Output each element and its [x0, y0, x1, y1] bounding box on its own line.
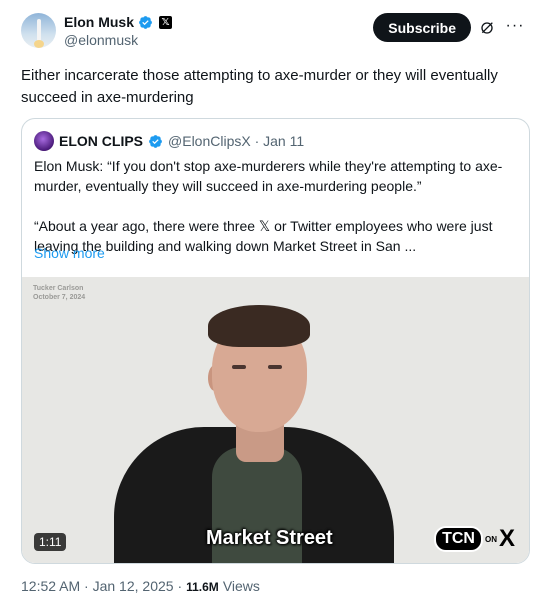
affiliate-x-badge-icon: 𝕏	[159, 15, 173, 29]
quoted-tweet-header: ELON CLIPS @ElonClipsX · Jan 11	[34, 131, 304, 151]
video-player[interactable]: Tucker Carlson October 7, 2024 Market St…	[22, 277, 529, 563]
quoted-tweet[interactable]: ELON CLIPS @ElonClipsX · Jan 11 Elon Mus…	[21, 118, 530, 564]
verified-badge-icon	[139, 15, 152, 29]
author-handle[interactable]: @elonmusk	[64, 32, 138, 48]
tcn-logo-text: TCN	[434, 526, 483, 552]
quoted-tweet-text: Elon Musk: “If you don't stop axe-murder…	[34, 156, 518, 276]
tcn-on-x-logo: TCN ON X	[434, 525, 515, 553]
quoted-author-avatar[interactable]	[34, 131, 54, 151]
video-duration-badge: 1:11	[34, 533, 67, 551]
tcn-logo-on: ON	[484, 534, 497, 544]
rocket-flame-graphic	[34, 40, 44, 48]
tweet-header: Elon Musk 𝕏 @elonmusk Subscribe ···	[21, 13, 525, 51]
quoted-handle-and-date: @ElonClipsX · Jan 11	[168, 133, 305, 149]
author-display-name[interactable]: Elon Musk	[64, 14, 134, 30]
person-right-eye-graphic	[268, 365, 282, 369]
video-caption: Market Street	[206, 527, 333, 549]
video-watermark: Tucker Carlson October 7, 2024	[33, 284, 85, 302]
subscribe-button[interactable]: Subscribe	[373, 13, 471, 42]
quoted-paragraph-1: Elon Musk: “If you don't stop axe-murder…	[34, 158, 503, 194]
quoted-author-name[interactable]: ELON CLIPS	[59, 133, 143, 149]
author-name-line: Elon Musk 𝕏	[64, 14, 173, 30]
tweet-timestamp[interactable]: 12:52 AM · Jan 12, 2025 ·	[21, 578, 182, 594]
views-count: 11.6M	[186, 580, 219, 594]
watermark-line-2: October 7, 2024	[33, 294, 86, 301]
tweet-footer: 12:52 AM · Jan 12, 2025 · 11.6M Views	[21, 578, 260, 594]
quoted-paragraph-2: “About a year ago, there were three 𝕏 or…	[34, 218, 493, 254]
person-left-eye-graphic	[232, 365, 246, 369]
tweet-text: Either incarcerate those attempting to a…	[21, 67, 498, 106]
quoted-verified-badge-icon	[149, 134, 162, 148]
watermark-line-1: Tucker Carlson	[33, 285, 84, 292]
show-more-link[interactable]: Show more	[34, 245, 105, 261]
grok-icon[interactable]	[479, 20, 495, 36]
person-hair-graphic	[208, 305, 310, 347]
views-label: Views	[222, 578, 260, 594]
x-logo-icon: X	[498, 525, 515, 552]
more-options-icon[interactable]: ···	[505, 16, 525, 36]
author-avatar[interactable]	[21, 13, 56, 48]
